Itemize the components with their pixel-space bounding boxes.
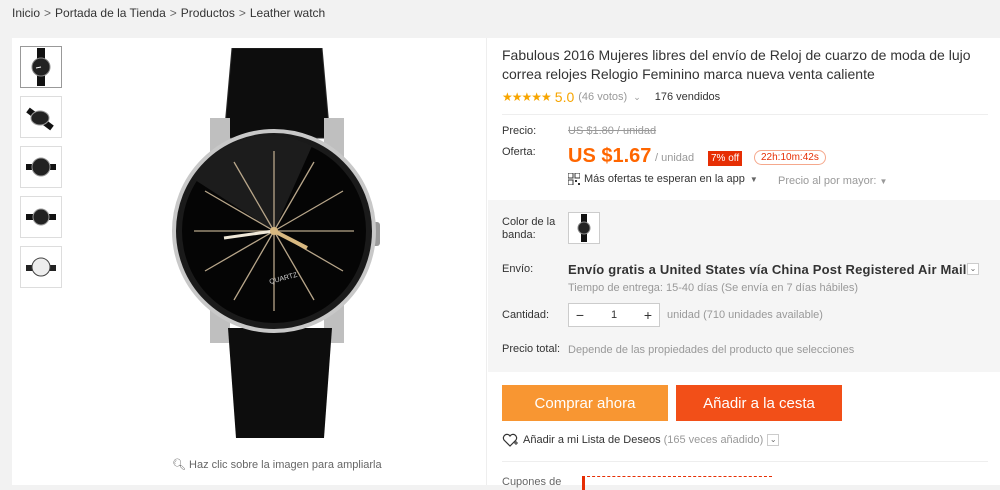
product-panel: QUARTZ 🔍︎ Haz clic sobre la imagen para …: [12, 38, 1000, 490]
coupon-box[interactable]: [582, 476, 772, 490]
chevron-down-icon[interactable]: ⌄: [633, 88, 641, 106]
breadcrumb-separator: >: [169, 6, 177, 20]
thumbnail-3[interactable]: [20, 146, 62, 188]
chevron-down-icon[interactable]: ⌄: [767, 434, 780, 446]
thumbnail-5[interactable]: [20, 246, 62, 288]
wholesale-text: Precio al por mayor:: [778, 175, 877, 187]
coupons-label: Cupones de: [502, 476, 562, 488]
divider: [502, 461, 988, 462]
app-offer-text: Más ofertas te esperan en la app: [584, 173, 745, 185]
zoom-hint-text: Haz clic sobre la imagen para ampliarla: [189, 459, 382, 471]
breadcrumb-separator: >: [238, 6, 246, 20]
add-to-cart-button[interactable]: Añadir a la cesta: [676, 385, 842, 421]
countdown-timer: 22h:10m:42s: [754, 150, 826, 165]
breadcrumb: Inicio > Portada de la Tienda > Productos > Le…: [12, 4, 325, 22]
sold-count: 176 vendidos: [654, 91, 721, 103]
heart-plus-icon: [502, 433, 518, 447]
buy-now-button[interactable]: Comprar ahora: [502, 385, 668, 421]
minus-icon[interactable]: −: [569, 304, 591, 326]
breadcrumb-current: Leather watch: [249, 6, 326, 20]
product-title: Fabulous 2016 Mujeres libres del envío d…: [502, 47, 971, 82]
wholesale-price-link[interactable]: Precio al por mayor: ▼: [778, 175, 887, 187]
thumbnail-1[interactable]: [20, 46, 62, 88]
thumbnail-2[interactable]: [20, 96, 62, 138]
wishlist-text: Añadir a mi Lista de Deseos: [523, 434, 661, 446]
breadcrumb-products[interactable]: Productos: [181, 6, 235, 20]
caret-down-icon: ▼: [879, 177, 888, 186]
wishlist-link[interactable]: Añadir a mi Lista de Deseos (165 veces a…: [502, 433, 780, 447]
delivery-time: Tiempo de entrega: 15-40 días (Se envía …: [568, 282, 859, 294]
caret-down-icon: ▼: [749, 174, 758, 184]
breadcrumb-separator: >: [44, 6, 52, 20]
quantity-input[interactable]: 1: [591, 309, 637, 321]
rating-score: 5.0: [554, 89, 575, 105]
shipping-dropdown-icon[interactable]: ⌄: [967, 263, 979, 275]
zoom-hint[interactable]: 🔍︎ Haz clic sobre la imagen para ampliar…: [172, 458, 382, 471]
offer-label: Oferta:: [502, 146, 536, 158]
vote-count[interactable]: (46 votos): [578, 88, 627, 106]
original-price: US $1.80 / unidad: [568, 125, 657, 137]
shipping-label: Envío:: [502, 263, 534, 275]
breadcrumb-store[interactable]: Portada de la Tienda: [55, 6, 166, 20]
color-label: Color de la banda:: [502, 216, 556, 241]
plus-icon[interactable]: +: [637, 304, 659, 326]
total-note: Depende de las propiedades del producto …: [568, 344, 855, 356]
color-swatch[interactable]: [568, 212, 600, 244]
quantity-label: Cantidad:: [502, 309, 550, 321]
available-units: unidad (710 unidades available): [667, 309, 823, 321]
wishlist-count: (165 veces añadido): [663, 434, 764, 446]
thumbnail-4[interactable]: [20, 196, 62, 238]
divider: [486, 38, 487, 485]
app-offer-link[interactable]: Más ofertas te esperan en la app ▼: [568, 173, 758, 185]
discount-badge: 7% off: [708, 151, 743, 166]
main-product-image[interactable]: QUARTZ: [162, 47, 402, 438]
divider: [502, 114, 988, 115]
sale-price: US $1.67: [568, 145, 652, 167]
qr-code-icon: [568, 173, 580, 185]
quantity-stepper: − 1 +: [568, 303, 660, 327]
thumbnail-list: [20, 46, 62, 296]
total-label: Precio total:: [502, 343, 561, 355]
star-rating-icon: ★★★★★: [502, 90, 552, 104]
magnifier-icon: 🔍︎: [172, 459, 186, 471]
price-unit: / unidad: [655, 152, 695, 164]
shipping-method: Envío gratis a United States vía China P…: [568, 262, 967, 277]
breadcrumb-home[interactable]: Inicio: [12, 6, 40, 20]
price-label: Precio:: [502, 125, 537, 137]
rating-row: ★★★★★ 5.0 (46 votos) ⌄ 176 vendidos: [502, 88, 720, 106]
